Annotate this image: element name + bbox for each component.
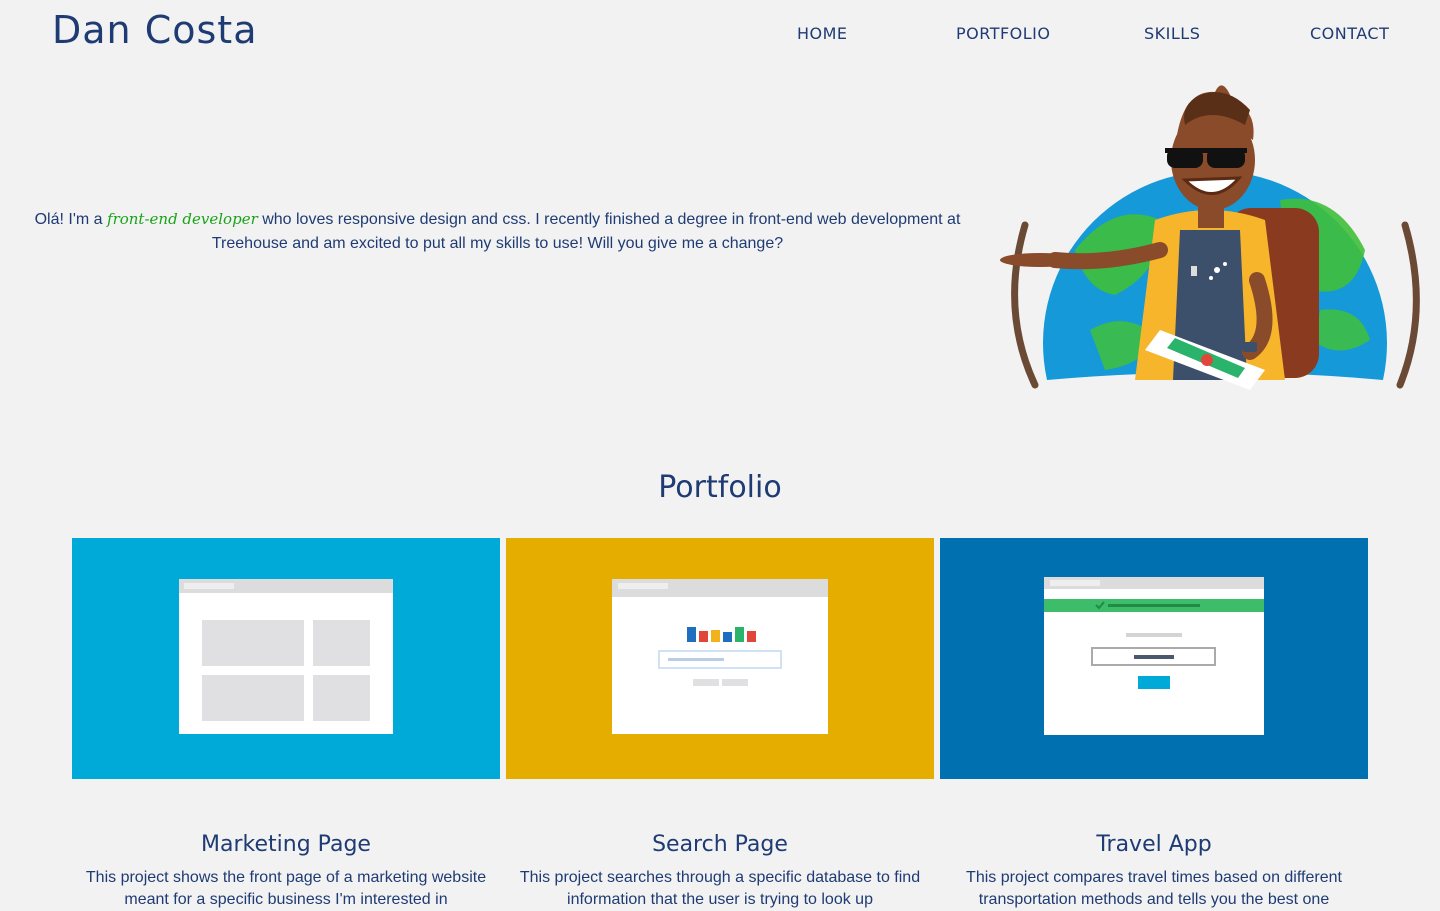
traveler-globe-illustration xyxy=(1000,85,1420,390)
marketing-page-thumbnail xyxy=(72,538,500,779)
travel-app-thumbnail xyxy=(940,538,1368,779)
project-desc-marketing: This project shows the front page of a m… xyxy=(85,869,487,908)
project-card-search[interactable] xyxy=(506,538,934,779)
portfolio-heading: Portfolio xyxy=(658,470,782,505)
intro-text-end: who loves responsive design and css. I r… xyxy=(211,211,961,252)
nav-contact-link[interactable]: CONTACT xyxy=(1310,24,1389,43)
nav-home-link[interactable]: HOME xyxy=(797,24,848,43)
project-title-marketing[interactable]: Marketing Page xyxy=(72,832,500,857)
project-desc-search: This project searches through a specific… xyxy=(519,869,921,908)
nav-portfolio-link[interactable]: PORTFOLIO xyxy=(956,24,1051,43)
project-card-travel[interactable] xyxy=(940,538,1368,779)
intro-accent: front-end developer xyxy=(107,210,258,228)
project-card-marketing[interactable] xyxy=(72,538,500,779)
hero-illustration xyxy=(995,80,1425,400)
project-title-travel[interactable]: Travel App xyxy=(940,832,1368,857)
intro-text: Olá! I'm a front-end developer who loves… xyxy=(20,207,975,256)
main-nav: HOME PORTFOLIO SKILLS CONTACT xyxy=(0,24,1440,46)
project-desc-travel: This project compares travel times based… xyxy=(966,869,1342,908)
search-page-thumbnail xyxy=(506,538,934,779)
intro-text-start: Olá! I'm a xyxy=(34,211,108,228)
project-title-search[interactable]: Search Page xyxy=(506,832,934,857)
nav-skills-link[interactable]: SKILLS xyxy=(1144,24,1200,43)
